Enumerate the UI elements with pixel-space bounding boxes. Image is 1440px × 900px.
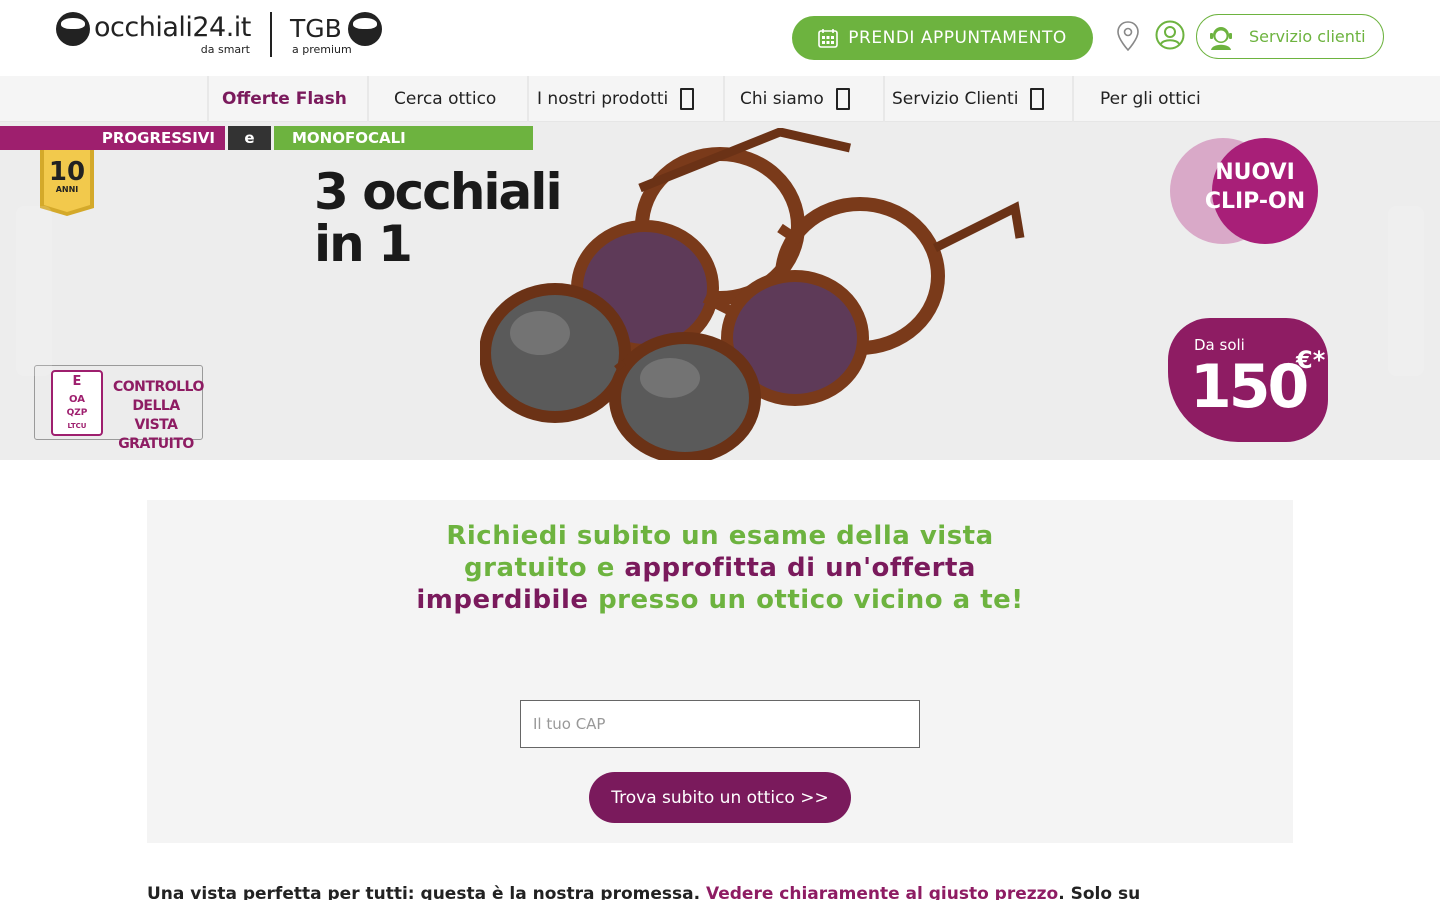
nav-item-label: Chi siamo bbox=[740, 89, 824, 109]
promise-text: Una vista perfetta per tutti: questa è l… bbox=[147, 884, 706, 900]
calendar-icon bbox=[818, 29, 839, 48]
tgb-eye-logo-icon bbox=[348, 12, 382, 46]
eye-logo-icon bbox=[56, 12, 90, 46]
price-currency: €* bbox=[1296, 346, 1326, 374]
nav-item-label: Cerca ottico bbox=[394, 89, 497, 109]
clip-on-glasses-image bbox=[480, 128, 1025, 460]
eye-chart-row: E bbox=[72, 374, 82, 389]
user-account-icon[interactable] bbox=[1155, 20, 1185, 50]
eye-exam-request-box: Richiedi subito un esame della vista gra… bbox=[147, 500, 1293, 843]
controllo-line3: GRATUITO bbox=[118, 436, 194, 452]
tgb-logo[interactable]: TGB a premium bbox=[290, 10, 390, 58]
promise-paragraph: Una vista perfetta per tutti: questa è l… bbox=[147, 884, 1293, 900]
nav-item-servizio-clienti[interactable]: Servizio Clienti bbox=[892, 76, 1045, 122]
nav-separator bbox=[723, 76, 725, 122]
clipon-line2: CLIP-ON bbox=[1204, 189, 1306, 214]
customer-service-label: Servizio clienti bbox=[1249, 27, 1366, 46]
nav-separator bbox=[883, 76, 885, 122]
nav-item-label: Offerte Flash bbox=[222, 89, 347, 109]
free-eye-exam-label: CONTROLLO DELLA VISTA GRATUITO bbox=[113, 378, 204, 454]
occhiali24-logo[interactable]: occhiali24.it da smart bbox=[56, 10, 256, 58]
slider-next-button[interactable] bbox=[1388, 206, 1424, 376]
price-badge: Da soli 150 €* bbox=[1168, 318, 1328, 442]
clipon-line1: NUOVI bbox=[1215, 160, 1295, 185]
occhiali24-logo-name: occhiali24.it bbox=[94, 12, 251, 43]
site-header: occhiali24.it da smart TGB a premium PRE… bbox=[0, 0, 1440, 76]
eye-chart-row: OA bbox=[69, 394, 85, 405]
find-optician-button[interactable]: Trova subito un ottico >> bbox=[589, 772, 851, 823]
controllo-line2: DELLA VISTA bbox=[132, 398, 180, 433]
exam-title-part3: presso un ottico vicino a te! bbox=[588, 585, 1024, 615]
hero-banner[interactable]: PROGRESSIVI e MONOFOCALI 10 ANNI 3 occhi… bbox=[0, 122, 1440, 460]
progressivi-pill: PROGRESSIVI bbox=[0, 126, 225, 150]
promise-link[interactable]: Vedere chiaramente al giusto prezzo bbox=[706, 884, 1058, 900]
dropdown-chevron-icon bbox=[1030, 88, 1045, 110]
nav-item-label: Servizio Clienti bbox=[892, 89, 1019, 109]
and-pill: e bbox=[228, 126, 271, 150]
price-value: 150 bbox=[1190, 352, 1309, 422]
badge-years: 10 bbox=[49, 157, 85, 187]
controllo-line1: CONTROLLO bbox=[113, 379, 204, 395]
main-nav: Offerte Flash Cerca ottico I nostri prod… bbox=[0, 76, 1440, 122]
nav-item-label: I nostri prodotti bbox=[537, 89, 669, 109]
nav-item-offerte-flash[interactable]: Offerte Flash bbox=[222, 76, 347, 122]
appointment-label: PRENDI APPUNTAMENTO bbox=[848, 28, 1067, 48]
nav-separator bbox=[207, 76, 209, 122]
dropdown-chevron-icon bbox=[835, 88, 850, 110]
eye-chart-row: QZP bbox=[66, 408, 88, 418]
support-agent-icon bbox=[1210, 26, 1232, 50]
promise-text-after: . Solo su bbox=[1058, 884, 1141, 900]
eye-chart-row: LTCU bbox=[67, 422, 87, 430]
eye-exam-title: Richiedi subito un esame della vista gra… bbox=[407, 520, 1033, 616]
nav-item-cerca-ottico[interactable]: Cerca ottico bbox=[394, 76, 496, 122]
slider-prev-button[interactable] bbox=[16, 206, 52, 376]
tgb-logo-name: TGB bbox=[290, 14, 342, 43]
nav-separator bbox=[367, 76, 369, 122]
appointment-button[interactable]: PRENDI APPUNTAMENTO bbox=[792, 16, 1093, 60]
eye-chart-icon: E OA QZP LTCU bbox=[51, 370, 103, 436]
clipon-text: NUOVI CLIP-ON bbox=[1170, 158, 1340, 216]
nav-item-per-gli-ottici[interactable]: Per gli ottici bbox=[1100, 76, 1201, 122]
logo-divider bbox=[270, 12, 272, 57]
dropdown-chevron-icon bbox=[680, 88, 695, 110]
nav-separator bbox=[1072, 76, 1074, 122]
cap-input[interactable] bbox=[520, 700, 920, 748]
new-clip-on-badge: NUOVI CLIP-ON bbox=[1170, 138, 1320, 244]
nav-item-label: Per gli ottici bbox=[1100, 89, 1201, 109]
location-pin-icon[interactable] bbox=[1116, 21, 1140, 51]
free-eye-exam-badge: E OA QZP LTCU CONTROLLO DELLA VISTA GRAT… bbox=[34, 365, 204, 452]
customer-service-button[interactable]: Servizio clienti bbox=[1196, 14, 1384, 59]
tgb-logo-sub: a premium bbox=[292, 43, 352, 56]
nav-separator bbox=[527, 76, 529, 122]
nav-item-prodotti[interactable]: I nostri prodotti bbox=[537, 76, 695, 122]
nav-item-chi-siamo[interactable]: Chi siamo bbox=[740, 76, 850, 122]
badge-anni: ANNI bbox=[56, 185, 79, 194]
occhiali24-logo-sub: da smart bbox=[200, 43, 250, 56]
